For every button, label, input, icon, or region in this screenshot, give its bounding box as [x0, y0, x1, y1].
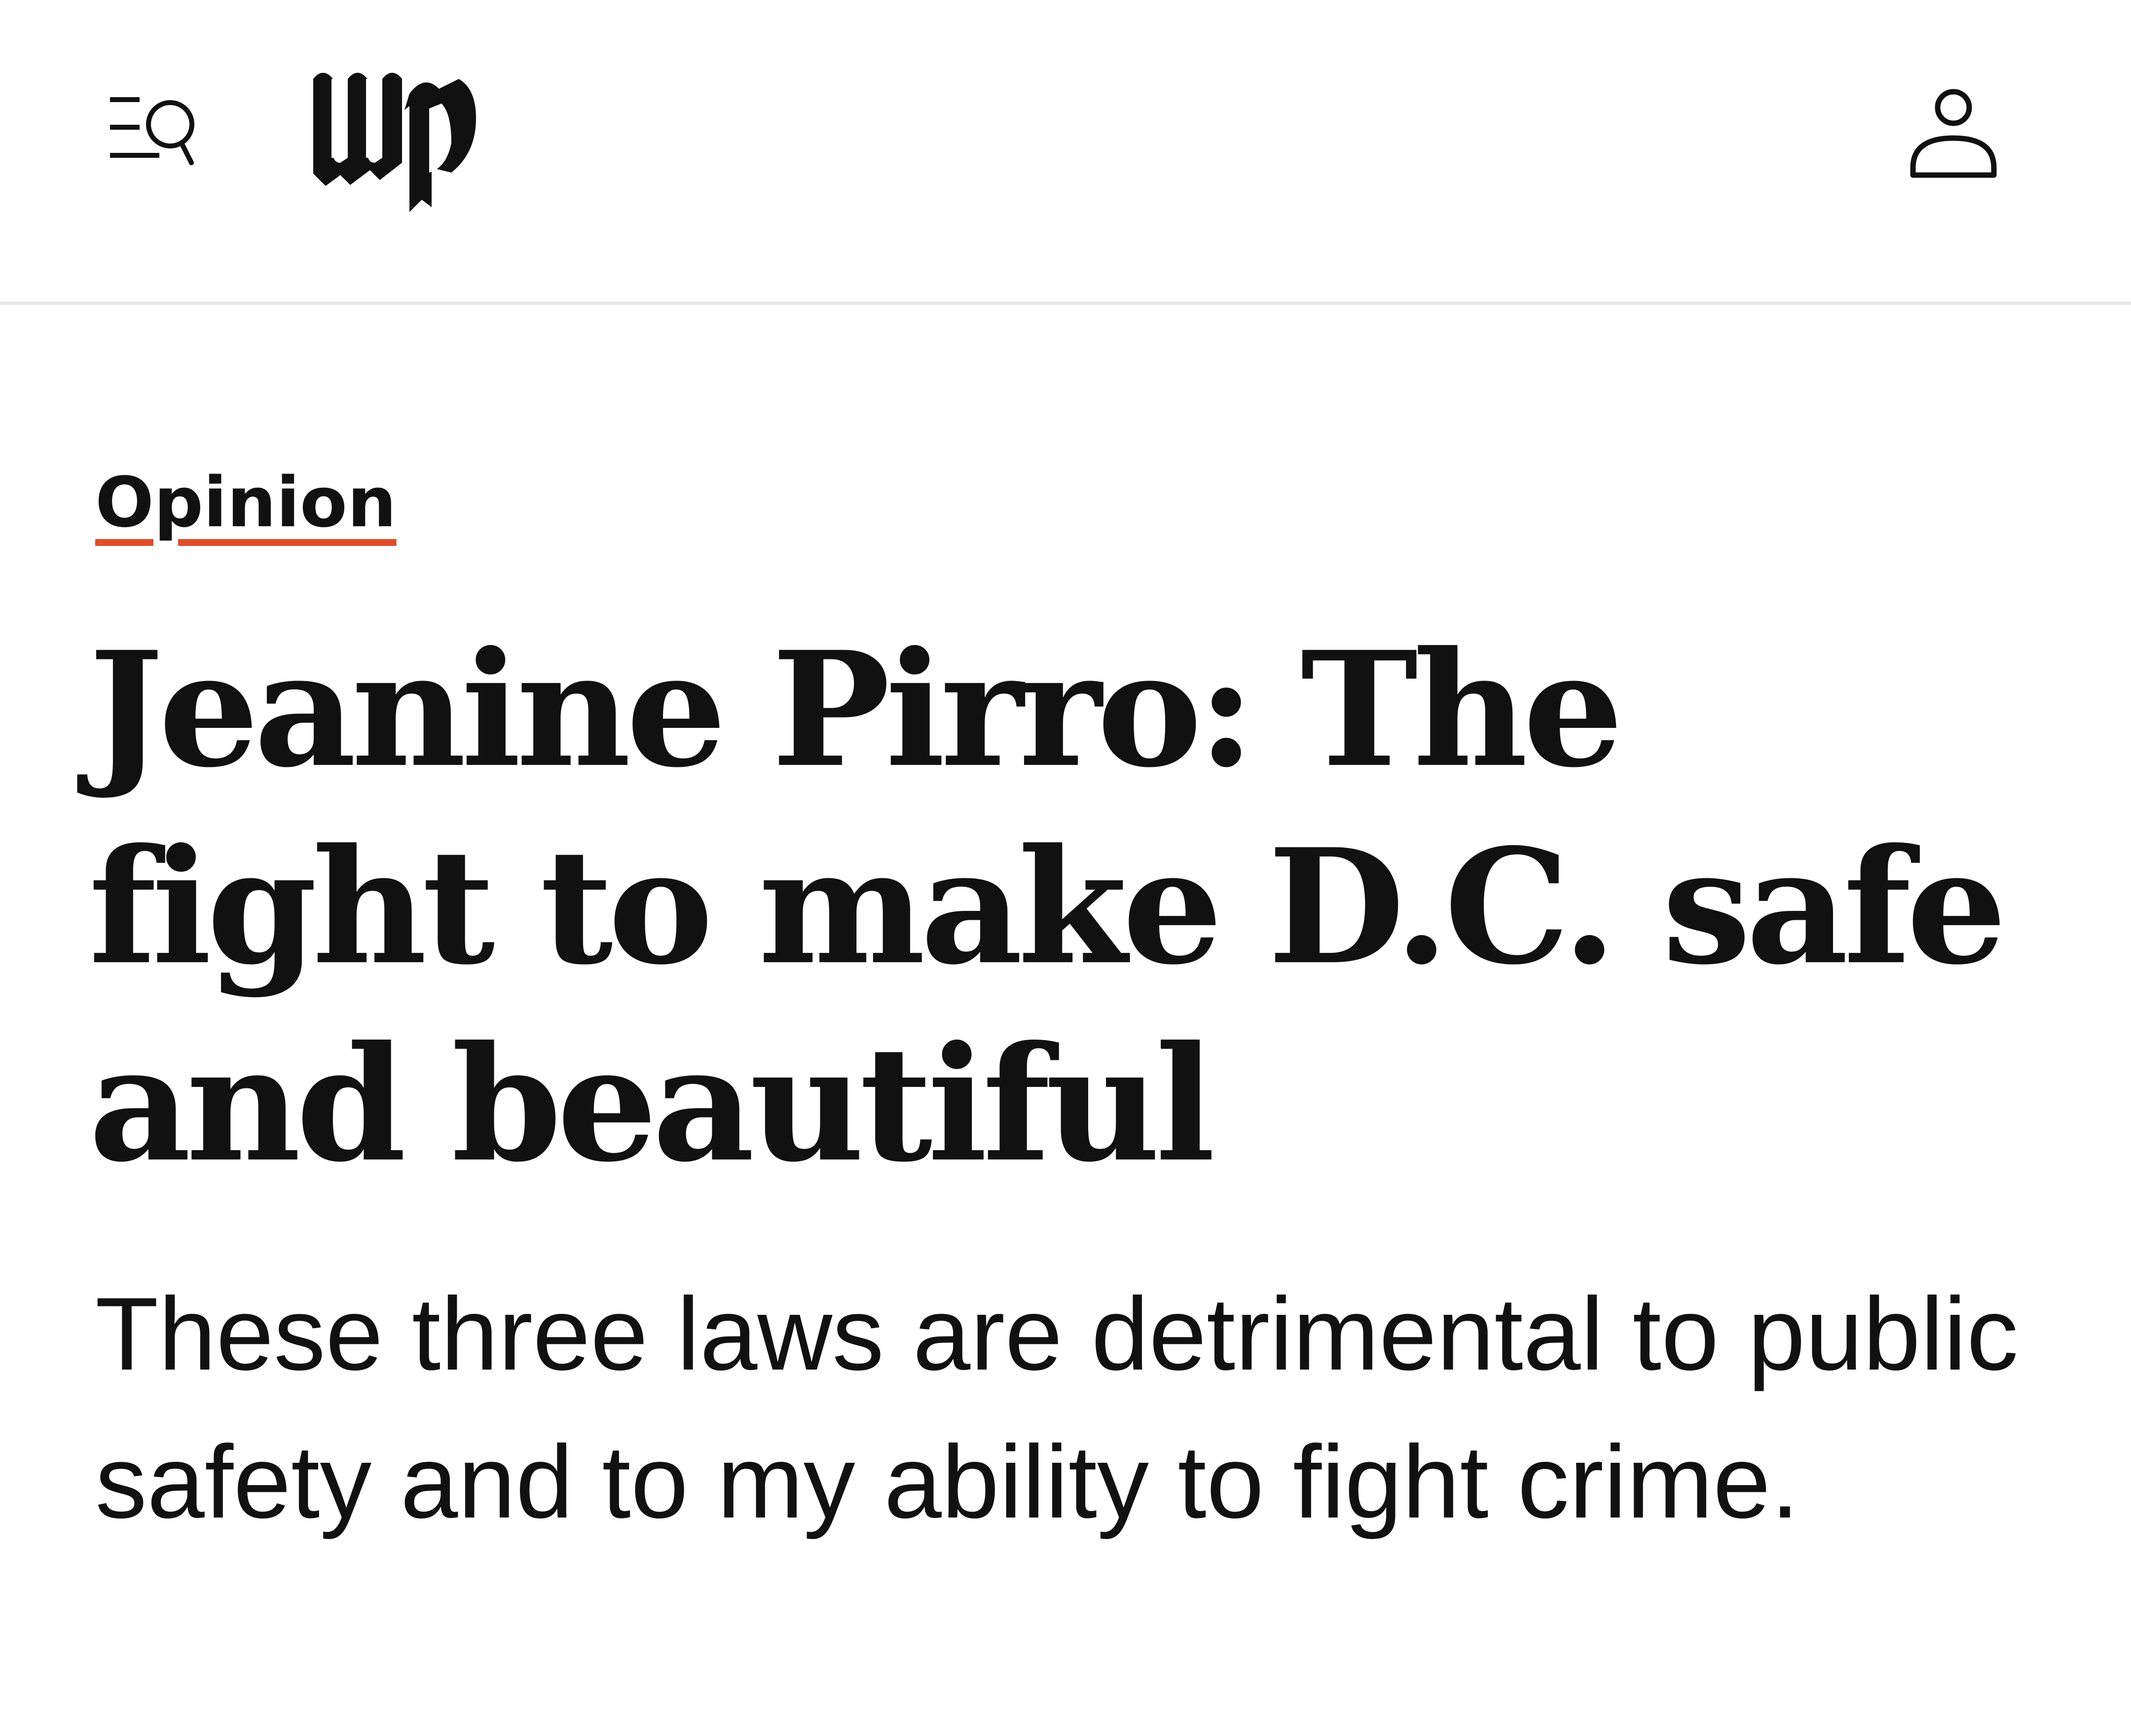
section-label-opinion[interactable]: Opinion	[95, 461, 397, 545]
top-navigation-bar	[0, 0, 2131, 305]
article-headline: Jeanine Pirro: The fight to make D.C. sa…	[89, 617, 2007, 1197]
wp-logo-icon[interactable]	[303, 59, 481, 217]
article-subheadline: These three laws are detrimental to publ…	[95, 1276, 2019, 1540]
menu-search-icon[interactable]	[101, 89, 207, 175]
user-profile-icon[interactable]	[1904, 84, 2003, 187]
